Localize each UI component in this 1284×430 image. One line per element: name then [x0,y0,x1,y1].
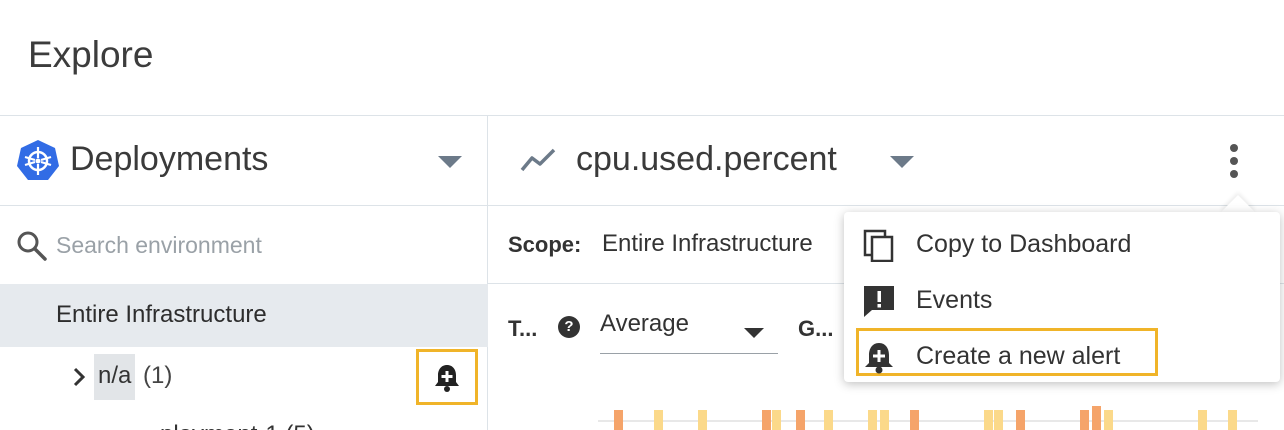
metric-dropdown-caret-icon[interactable] [890,156,914,168]
grouping-dropdown-caret-icon[interactable] [438,156,462,168]
page-header: Explore [0,0,1284,116]
tree-item-entire-infrastructure[interactable]: Entire Infrastructure [0,284,488,347]
page-title: Explore [28,34,154,75]
group-aggregation-label: G... [798,316,834,341]
menu-item-label: Copy to Dashboard [916,230,1132,258]
metric-options-menu: Copy to Dashboard Events Create a new al… [844,212,1280,382]
add-alert-icon [865,343,893,374]
menu-item-create-alert[interactable]: Create a new alert [844,328,1280,384]
chart-preview [598,404,1258,430]
scope-value[interactable]: Entire Infrastructure [602,230,813,258]
scope-label: Scope: [508,232,582,257]
tree-item-label: Entire Infrastructure [56,301,267,328]
grouping-selector[interactable]: Deployments [0,116,487,206]
add-alert-icon [435,365,459,392]
chart-bars [614,406,1237,430]
chevron-right-icon[interactable] [70,364,88,390]
menu-item-events[interactable]: Events [844,272,1280,328]
tree-item-label: n/a [94,354,136,400]
tree-item-na[interactable]: n/a (1) [0,347,488,407]
grouping-title: Deployments [70,140,269,178]
tree-item-label: ...ployment-1 (5) [140,421,315,430]
menu-item-label: Events [916,286,993,314]
search-input[interactable] [56,226,456,264]
events-icon [864,286,894,317]
chevron-down-icon [744,328,764,338]
environment-pane: Deployments Entire Infrastructure n/a (1… [0,116,488,430]
metric-header: cpu.used.percent [488,116,1284,206]
time-aggregation-value: Average [600,310,689,337]
help-icon[interactable]: ? [558,316,580,338]
tree-item-count: (1) [143,362,173,389]
add-alert-button[interactable] [416,349,478,405]
metric-title[interactable]: cpu.used.percent [576,140,837,179]
search-bar [0,206,487,284]
tree-item-deployment[interactable]: ...ployment-1 (5) [0,407,488,430]
copy-icon [863,229,894,262]
search-icon [17,231,47,261]
line-chart-icon [520,148,556,172]
kubernetes-icon [17,140,59,180]
menu-item-label: Create a new alert [916,342,1121,370]
menu-item-copy-to-dashboard[interactable]: Copy to Dashboard [844,216,1280,272]
time-aggregation-label: T... [508,316,538,341]
more-options-icon[interactable] [1220,140,1248,182]
time-aggregation-select[interactable]: Average [600,302,778,354]
